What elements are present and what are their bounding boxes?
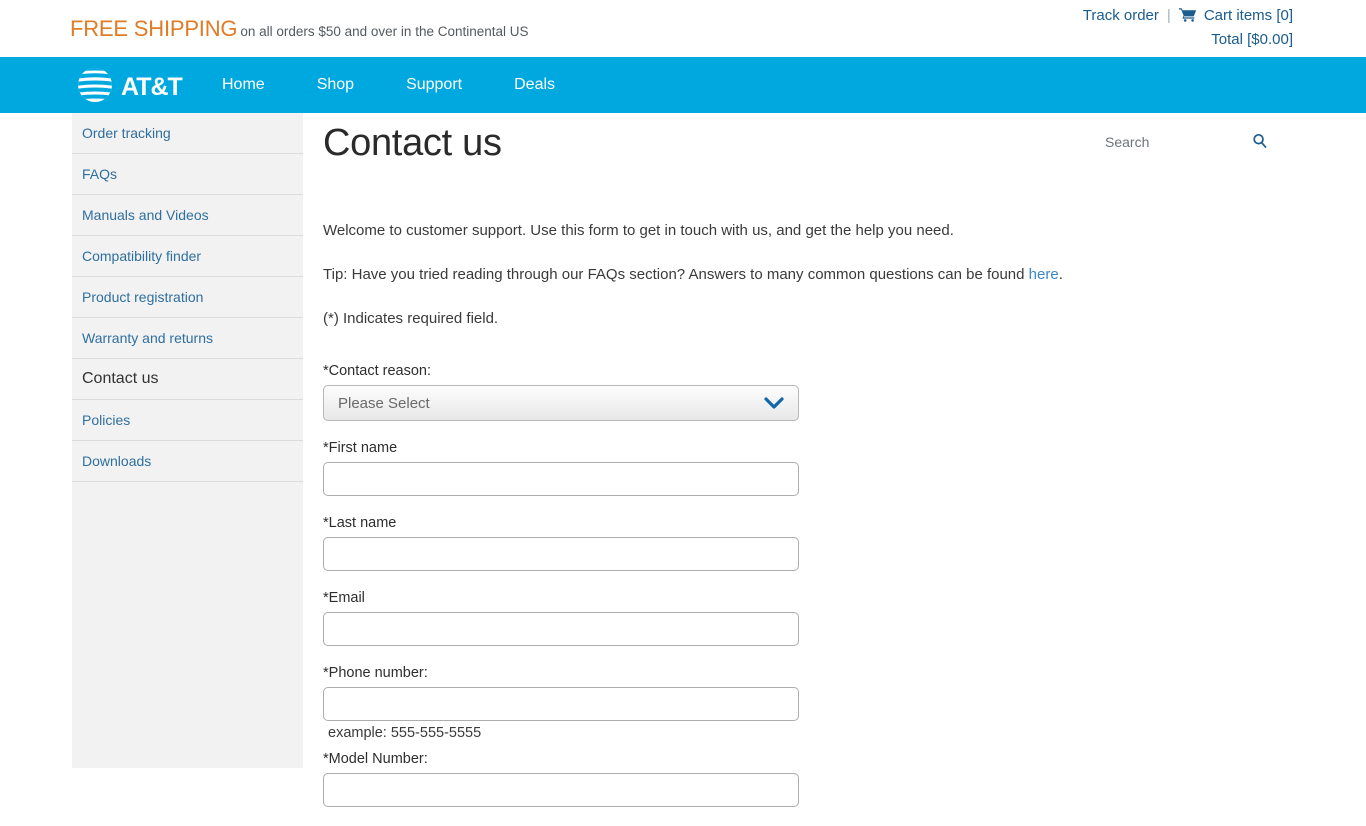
sidebar-item-order-tracking[interactable]: Order tracking — [72, 113, 303, 154]
sidebar-item-label[interactable]: Policies — [82, 412, 130, 428]
contact-form: *Contact reason: Please Select *First na… — [323, 363, 1366, 807]
brand-name: AT&T — [121, 73, 183, 101]
intro-paragraph: Welcome to customer support. Use this fo… — [323, 222, 954, 239]
email-input[interactable] — [323, 612, 799, 646]
support-sidebar: Order tracking FAQs Manuals and Videos C… — [72, 113, 303, 768]
first-name-field: *First name — [323, 440, 1366, 496]
promo-headline: FREE SHIPPING — [70, 16, 238, 41]
tip-text-after: . — [1058, 266, 1063, 283]
page-title: Contact us — [323, 122, 502, 164]
contact-reason-select-wrapper: Please Select — [323, 385, 799, 421]
cart-total-link[interactable]: Total [$0.00] — [1211, 31, 1293, 48]
model-number-input[interactable] — [323, 773, 799, 807]
cart-items-link[interactable]: Cart items [0] — [1204, 7, 1293, 24]
tip-paragraph: Tip: Have you tried reading through our … — [323, 265, 1366, 285]
model-number-field: *Model Number: — [323, 751, 1366, 807]
main-navigation-bar: AT&T Home Shop Support Deals — [0, 57, 1366, 159]
account-utility-links: Track order | Cart items [0] Total [$0.00] — [1083, 5, 1293, 51]
last-name-input[interactable] — [323, 537, 799, 571]
model-number-label: *Model Number: — [323, 751, 428, 767]
phone-number-label: *Phone number: — [323, 665, 428, 681]
sidebar-item-faqs[interactable]: FAQs — [72, 154, 303, 195]
sidebar-item-manuals-and-videos[interactable]: Manuals and Videos — [72, 195, 303, 236]
sidebar-item-label[interactable]: Product registration — [82, 289, 203, 305]
sidebar-item-contact-us[interactable]: Contact us — [72, 359, 303, 400]
sidebar-item-label[interactable]: Compatibility finder — [82, 248, 201, 264]
sidebar-item-policies[interactable]: Policies — [72, 400, 303, 441]
email-label: *Email — [323, 590, 365, 606]
brand-logo[interactable]: AT&T — [75, 65, 183, 110]
phone-number-field: *Phone number: example: 555-555-5555 — [323, 665, 1366, 741]
nav-links: Home Shop Support Deals — [222, 57, 607, 113]
sidebar-item-warranty-and-returns[interactable]: Warranty and returns — [72, 318, 303, 359]
last-name-field: *Last name — [323, 515, 1366, 571]
faq-here-link[interactable]: here — [1029, 266, 1059, 283]
att-globe-icon — [75, 65, 115, 110]
track-order-link[interactable]: Track order — [1083, 7, 1159, 24]
sidebar-item-label[interactable]: Order tracking — [82, 125, 171, 141]
promo-subtext: on all orders $50 and over in the Contin… — [240, 24, 529, 39]
nav-item-home[interactable]: Home — [222, 76, 265, 94]
phone-number-input[interactable] — [323, 687, 799, 721]
sidebar-item-label[interactable]: Warranty and returns — [82, 330, 213, 346]
first-name-label: *First name — [323, 440, 398, 456]
nav-item-support[interactable]: Support — [406, 76, 462, 94]
sidebar-item-downloads[interactable]: Downloads — [72, 441, 303, 482]
sidebar-item-product-registration[interactable]: Product registration — [72, 277, 303, 318]
free-shipping-message: FREE SHIPPING on all orders $50 and over … — [70, 16, 529, 42]
sidebar-item-label[interactable]: Manuals and Videos — [82, 207, 209, 223]
account-row-primary: Track order | Cart items [0] — [1083, 5, 1293, 29]
sidebar-item-label[interactable]: Downloads — [82, 453, 151, 469]
nav-item-shop[interactable]: Shop — [317, 76, 354, 94]
utility-divider: | — [1166, 7, 1171, 24]
main-content: Contact us Welcome to customer support. … — [323, 113, 1366, 826]
contact-reason-label: *Contact reason: — [323, 363, 432, 379]
contact-reason-select[interactable]: Please Select — [323, 385, 799, 421]
email-field: *Email — [323, 590, 1366, 646]
last-name-label: *Last name — [323, 515, 397, 531]
sidebar-item-compatibility-finder[interactable]: Compatibility finder — [72, 236, 303, 277]
sidebar-item-label[interactable]: FAQs — [82, 166, 117, 182]
contact-reason-selected-value: Please Select — [338, 394, 430, 412]
sidebar-item-label: Contact us — [82, 370, 159, 387]
shopping-cart-icon — [1178, 7, 1198, 29]
phone-format-hint: example: 555-555-5555 — [328, 725, 482, 741]
contact-reason-field: *Contact reason: Please Select — [323, 363, 1366, 421]
promo-bar: FREE SHIPPING on all orders $50 and over … — [0, 0, 1366, 57]
first-name-input[interactable] — [323, 462, 799, 496]
nav-item-deals[interactable]: Deals — [514, 76, 555, 94]
required-field-note: (*) Indicates required field. — [323, 310, 499, 327]
account-row-total: Total [$0.00] — [1083, 29, 1293, 51]
tip-text-before: Tip: Have you tried reading through our … — [323, 266, 1029, 283]
